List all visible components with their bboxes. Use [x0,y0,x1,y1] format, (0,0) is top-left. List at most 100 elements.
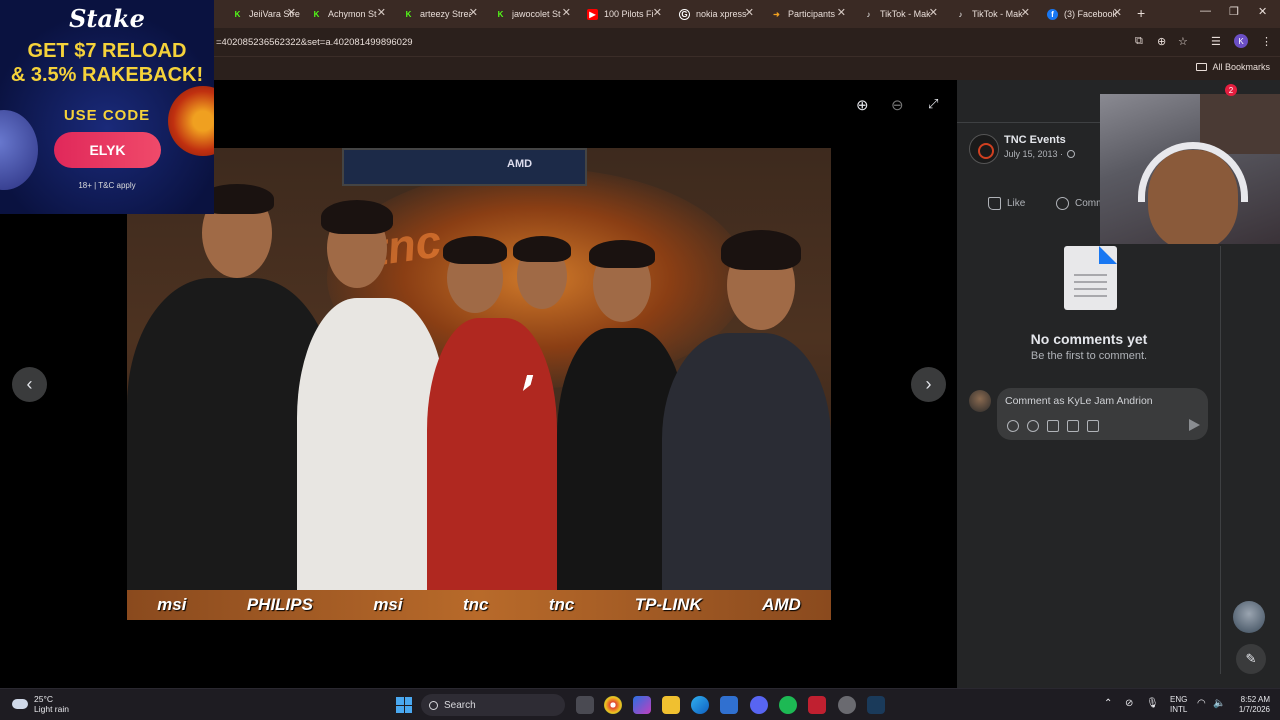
folder-icon [1196,63,1208,71]
tab-close-icon[interactable]: ✕ [376,4,390,24]
tab-close-icon[interactable]: ✕ [744,4,758,24]
tab-label: Participants [788,9,836,19]
comment-button[interactable]: Comm [1056,197,1104,210]
reading-list-icon[interactable]: ☰ [1211,35,1221,48]
tab-close-icon[interactable]: ✕ [1112,4,1126,24]
tab-label: Achymon St [328,9,377,19]
next-photo-button[interactable]: › [911,367,946,402]
browser-tab[interactable]: ♪ TikTok - Mak [863,4,931,24]
volume-icon[interactable]: 🔈 [1213,698,1225,709]
chat-head-avatar[interactable] [1233,601,1265,633]
tab-close-icon[interactable]: ✕ [561,4,575,24]
wifi-icon[interactable]: ◠ [1197,698,1206,709]
new-message-icon[interactable]: ✎ [1236,644,1266,674]
language-indicator[interactable]: ENG INTL [1170,695,1187,715]
close-window-button[interactable]: ✕ [1258,5,1267,18]
ad-code-button[interactable]: ELYK [54,132,161,168]
zoom-in-icon[interactable]: ⊕ [856,96,869,114]
comment-tools [1007,420,1099,432]
browser-tab[interactable]: K jawocolet St [495,4,563,24]
photo: AMD tnc msi PHILIPS msi tnc tnc TP-LINK … [127,148,831,620]
chrome-icon[interactable] [604,696,622,714]
url-field[interactable]: =402085236562322&set=a.402081499896029 [216,37,413,48]
browser-tab[interactable]: G nokia xpress [679,4,747,24]
restore-button[interactable]: ❐ [1229,5,1239,18]
kick-icon: K [497,9,504,19]
app-icon[interactable] [808,696,826,714]
sticker-icon[interactable] [1087,420,1099,432]
youtube-icon: ▶ [587,8,598,20]
tray-icon[interactable]: ⊘ [1125,698,1133,709]
arrow-icon: ➜ [773,9,780,19]
no-comments-title: No comments yet [1030,331,1148,347]
task-view-icon[interactable] [576,696,594,714]
tab-close-icon[interactable]: ✕ [468,4,482,24]
page-name[interactable]: TNC Events [1004,134,1066,146]
browser-tab[interactable]: ♪ TikTok - Mak [955,4,1023,24]
browser-tab[interactable]: ➜ Participants [771,4,839,24]
spotify-icon[interactable] [779,696,797,714]
globe-icon [1067,150,1076,158]
new-tab-button[interactable]: + [1137,5,1145,21]
menu-icon[interactable]: ⋮ [1261,35,1272,48]
discord-icon[interactable] [750,696,768,714]
stake-ad[interactable]: Stake GET $7 RELOAD & 3.5% RAKEBACK! USE… [0,0,214,214]
copilot-icon[interactable] [633,696,651,714]
taskbar-search[interactable]: Search [421,694,565,716]
emoji-icon[interactable] [1027,420,1039,432]
screen: K JeiiVara Strea ✕ K Achymon St ✕ K arte… [0,0,1280,720]
page-avatar[interactable] [969,134,999,164]
browser-tab[interactable]: ▶ 100 Pilots Fi [587,4,655,24]
weather-widget[interactable]: 25°C Light rain [12,694,69,714]
all-bookmarks-label: All Bookmarks [1212,62,1270,72]
thumbs-up-icon [988,197,1001,210]
windows-start-icon[interactable] [396,697,412,713]
send-icon[interactable] [1189,419,1200,431]
tab-label: nokia xpress [696,9,747,19]
store-icon[interactable] [720,696,738,714]
avatar-sticker-icon[interactable] [1007,420,1019,432]
camera-icon[interactable] [1047,420,1059,432]
like-button[interactable]: Like [988,197,1025,210]
tab-close-icon[interactable]: ✕ [836,4,850,24]
gif-icon[interactable] [1067,420,1079,432]
microphone-icon[interactable]: 🎙 [1146,698,1159,709]
previous-photo-button[interactable]: ‹ [12,367,47,402]
user-avatar[interactable] [969,390,991,412]
edge-icon[interactable] [691,696,709,714]
browser-tab[interactable]: K Achymon St [311,4,379,24]
install-app-icon[interactable]: ⧉ [1135,35,1143,48]
steam-icon[interactable] [867,696,885,714]
tray-chevron-icon[interactable]: ⌃ [1104,698,1112,709]
windows-taskbar: 25°C Light rain Search ⌃ ⊘ 🎙 ENG INTL ◠ … [0,688,1280,720]
tab-label: 100 Pilots Fi [604,9,654,19]
ad-disclaimer: 18+ | T&C apply [78,181,136,190]
no-comments-subtitle: Be the first to comment. [1030,350,1148,362]
facebook-icon: f [1047,8,1058,20]
zoom-out-icon[interactable]: ⊖ [891,96,904,114]
person-figure [662,333,831,598]
file-explorer-icon[interactable] [662,696,680,714]
tab-label: TikTok - Mak [972,9,1023,19]
system-clock[interactable]: 8:52 AM 1/7/2026 [1228,695,1270,715]
person-figure [297,298,447,598]
kick-icon: K [234,9,241,19]
ad-headline: GET $7 RELOAD & 3.5% RAKEBACK! [10,40,204,86]
sponsor-banner: msi PHILIPS msi tnc tnc TP-LINK AMD [127,590,831,620]
notification-badge[interactable]: 2 [1225,84,1237,96]
app-icon[interactable] [838,696,856,714]
tiktok-icon: ♪ [866,9,871,19]
all-bookmarks-button[interactable]: All Bookmarks [1196,62,1270,72]
comment-input[interactable] [1005,392,1195,410]
zoom-icon[interactable]: ⊕ [1157,35,1166,48]
temperature: 25°C [34,694,53,704]
tab-close-icon[interactable]: ✕ [652,4,666,24]
tab-close-icon[interactable]: ✕ [1020,4,1034,24]
tab-close-icon[interactable]: ✕ [286,4,300,24]
fullscreen-icon[interactable]: ⤢ [928,96,938,112]
bookmark-star-icon[interactable]: ☆ [1178,35,1188,48]
minimize-button[interactable]: — [1200,5,1211,17]
profile-avatar[interactable]: K [1234,34,1248,48]
tab-close-icon[interactable]: ✕ [928,4,942,24]
browser-tab[interactable]: K arteezy Strea [403,4,471,24]
